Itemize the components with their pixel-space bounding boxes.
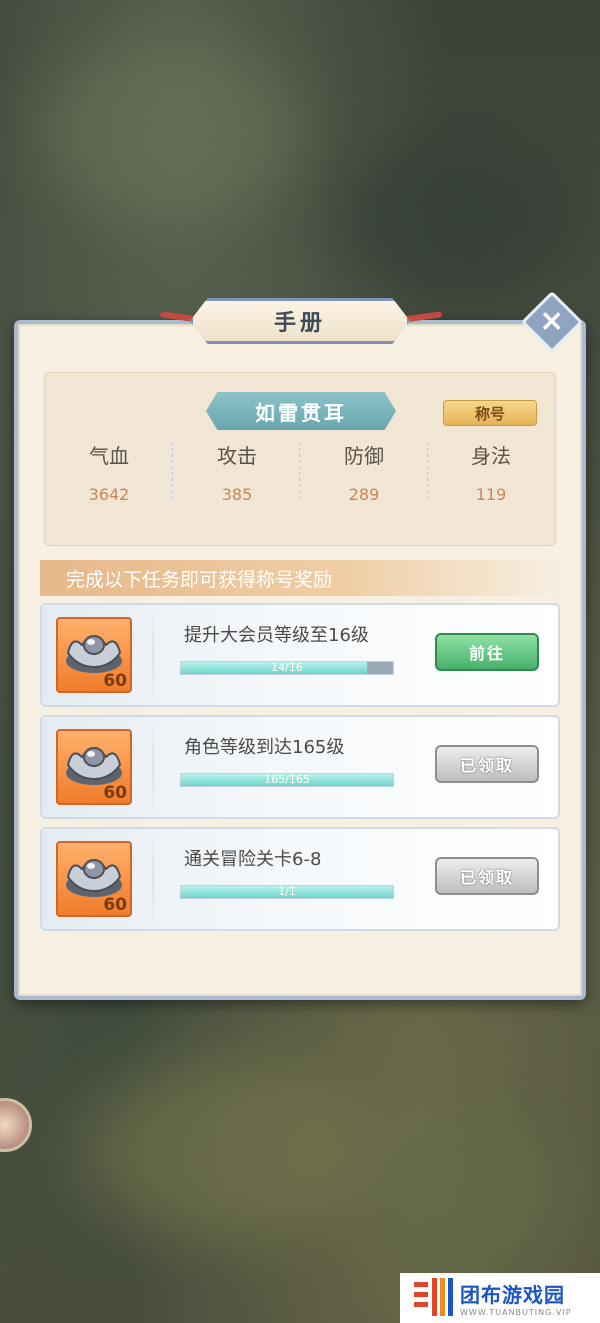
reward-quantity: 60: [103, 895, 127, 915]
go-button[interactable]: 前往: [435, 633, 539, 671]
stat-value: 385: [221, 485, 253, 504]
reward-quantity: 60: [103, 783, 127, 803]
progress-bar: 1/1: [180, 885, 394, 899]
progress-bar: 165/165: [180, 773, 394, 787]
task-name: 通关冒险关卡6-8: [184, 849, 322, 870]
progress-text: 1/1: [278, 885, 296, 898]
task-section-heading: 完成以下任务即可获得称号奖励: [40, 560, 560, 596]
watermark: 团布游戏园 WWW.TUANBUTING.VIP: [400, 1273, 600, 1323]
reward-item[interactable]: 60: [56, 617, 132, 693]
side-avatar-button[interactable]: [0, 1098, 32, 1152]
watermark-logo-icon: [414, 1278, 454, 1318]
reward-quantity: 60: [103, 671, 127, 691]
background-blur: [80, 1060, 380, 1240]
progress-text: 14/16: [271, 661, 303, 674]
divider: [152, 717, 154, 817]
task-name: 角色等级到达165级: [184, 737, 345, 758]
task-row: 60 角色等级到达165级 165/165 已领取: [40, 715, 560, 819]
stat-label: 防御: [344, 444, 384, 468]
divider: [152, 605, 154, 705]
background-blur: [40, 40, 300, 220]
stat-value: 119: [475, 485, 507, 504]
progress-text: 165/165: [264, 773, 310, 786]
title-badge: 称号: [443, 400, 537, 426]
stat-defense: 防御 289: [300, 440, 428, 504]
background-blur: [380, 1120, 580, 1260]
stat-value: 289: [348, 485, 380, 504]
stat-hp: 气血 3642: [45, 440, 173, 504]
close-icon: ×: [539, 303, 565, 339]
stat-agility: 身法 119: [427, 440, 555, 504]
task-row: 60 通关冒险关卡6-8 1/1 已领取: [40, 827, 560, 931]
stat-value: 3642: [88, 485, 130, 504]
claimed-button[interactable]: 已领取: [435, 745, 539, 783]
reward-item[interactable]: 60: [56, 841, 132, 917]
claimed-button[interactable]: 已领取: [435, 857, 539, 895]
stat-label: 身法: [471, 444, 511, 468]
divider: [152, 829, 154, 929]
stat-label: 气血: [89, 444, 129, 468]
reward-item[interactable]: 60: [56, 729, 132, 805]
title-name-banner: 如雷贯耳: [206, 392, 396, 430]
watermark-text: 团布游戏园: [460, 1283, 565, 1307]
task-row: 60 提升大会员等级至16级 14/16 前往: [40, 603, 560, 707]
progress-bar: 14/16: [180, 661, 394, 675]
background-blur: [330, 140, 570, 300]
task-name: 提升大会员等级至16级: [184, 625, 369, 646]
stat-attack: 攻击 385: [173, 440, 301, 504]
panel-title: 手册: [190, 298, 410, 344]
stat-label: 攻击: [217, 444, 257, 468]
watermark-subtext: WWW.TUANBUTING.VIP: [460, 1308, 572, 1317]
